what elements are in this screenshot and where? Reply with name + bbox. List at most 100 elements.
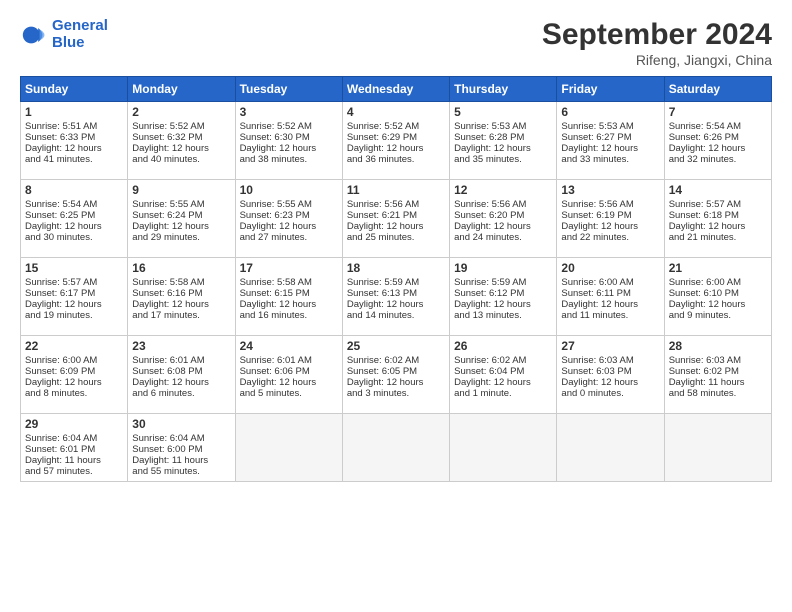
week-row-5: 29Sunrise: 6:04 AMSunset: 6:01 PMDayligh…	[21, 414, 772, 482]
day-cell	[342, 414, 449, 482]
day-info-line: Sunrise: 5:54 AM	[669, 121, 767, 132]
day-cell: 1Sunrise: 5:51 AMSunset: 6:33 PMDaylight…	[21, 102, 128, 180]
day-info-line: Sunrise: 5:56 AM	[454, 199, 552, 210]
day-info-line: Daylight: 12 hours	[561, 299, 659, 310]
day-info-line: and 13 minutes.	[454, 310, 552, 321]
weekday-header-thursday: Thursday	[450, 77, 557, 102]
day-info-line: Daylight: 11 hours	[669, 377, 767, 388]
week-row-2: 8Sunrise: 5:54 AMSunset: 6:25 PMDaylight…	[21, 180, 772, 258]
day-cell: 7Sunrise: 5:54 AMSunset: 6:26 PMDaylight…	[664, 102, 771, 180]
day-cell	[450, 414, 557, 482]
day-info-line: and 41 minutes.	[25, 154, 123, 165]
day-info-line: and 57 minutes.	[25, 466, 123, 477]
weekday-header-monday: Monday	[128, 77, 235, 102]
day-info-line: Sunset: 6:05 PM	[347, 366, 445, 377]
day-info-line: Daylight: 12 hours	[347, 221, 445, 232]
week-row-3: 15Sunrise: 5:57 AMSunset: 6:17 PMDayligh…	[21, 258, 772, 336]
day-cell: 19Sunrise: 5:59 AMSunset: 6:12 PMDayligh…	[450, 258, 557, 336]
day-info-line: Sunrise: 6:02 AM	[347, 355, 445, 366]
day-number: 15	[25, 261, 123, 275]
weekday-header-sunday: Sunday	[21, 77, 128, 102]
title-block: September 2024 Rifeng, Jiangxi, China	[542, 18, 772, 68]
day-info-line: and 55 minutes.	[132, 466, 230, 477]
day-info-line: and 11 minutes.	[561, 310, 659, 321]
day-info-line: Sunrise: 6:03 AM	[669, 355, 767, 366]
calendar-table: SundayMondayTuesdayWednesdayThursdayFrid…	[20, 76, 772, 482]
day-number: 9	[132, 183, 230, 197]
day-info-line: Sunset: 6:23 PM	[240, 210, 338, 221]
day-info-line: Sunset: 6:06 PM	[240, 366, 338, 377]
day-number: 17	[240, 261, 338, 275]
day-info-line: Daylight: 12 hours	[240, 143, 338, 154]
day-number: 10	[240, 183, 338, 197]
day-info-line: and 36 minutes.	[347, 154, 445, 165]
day-info-line: Sunset: 6:03 PM	[561, 366, 659, 377]
day-cell: 9Sunrise: 5:55 AMSunset: 6:24 PMDaylight…	[128, 180, 235, 258]
day-info-line: Sunrise: 5:52 AM	[240, 121, 338, 132]
day-info-line: Sunset: 6:10 PM	[669, 288, 767, 299]
week-row-4: 22Sunrise: 6:00 AMSunset: 6:09 PMDayligh…	[21, 336, 772, 414]
weekday-header-wednesday: Wednesday	[342, 77, 449, 102]
day-info-line: Sunset: 6:04 PM	[454, 366, 552, 377]
day-info-line: Daylight: 12 hours	[669, 221, 767, 232]
day-info-line: Sunrise: 5:59 AM	[454, 277, 552, 288]
day-number: 7	[669, 105, 767, 119]
day-info-line: Sunrise: 5:57 AM	[25, 277, 123, 288]
day-info-line: Sunrise: 6:01 AM	[132, 355, 230, 366]
day-info-line: and 30 minutes.	[25, 232, 123, 243]
day-info-line: Sunrise: 6:04 AM	[25, 433, 123, 444]
day-info-line: Sunrise: 5:56 AM	[347, 199, 445, 210]
day-number: 5	[454, 105, 552, 119]
day-cell: 12 Sunrise: 5:56 AMSunset: 6:20 PMDayligh…	[450, 180, 557, 258]
day-cell: 10Sunrise: 5:55 AMSunset: 6:23 PMDayligh…	[235, 180, 342, 258]
day-cell: 6Sunrise: 5:53 AMSunset: 6:27 PMDaylight…	[557, 102, 664, 180]
day-info-line: Sunset: 6:11 PM	[561, 288, 659, 299]
day-info-line: and 5 minutes.	[240, 388, 338, 399]
day-info-line: Sunset: 6:02 PM	[669, 366, 767, 377]
day-info-line: and 1 minute.	[454, 388, 552, 399]
day-info-line: Sunrise: 5:53 AM	[454, 121, 552, 132]
logo-text: General Blue	[52, 18, 108, 51]
header: General Blue September 2024 Rifeng, Jian…	[20, 18, 772, 68]
day-info-line: Daylight: 12 hours	[454, 143, 552, 154]
day-number: 4	[347, 105, 445, 119]
day-info-line: Daylight: 12 hours	[25, 221, 123, 232]
day-info-line: Sunrise: 6:00 AM	[561, 277, 659, 288]
day-cell: 4Sunrise: 5:52 AMSunset: 6:29 PMDaylight…	[342, 102, 449, 180]
day-info-line: Sunset: 6:15 PM	[240, 288, 338, 299]
day-info-line: and 3 minutes.	[347, 388, 445, 399]
day-info-line: Sunrise: 5:51 AM	[25, 121, 123, 132]
day-info-line: Daylight: 12 hours	[132, 143, 230, 154]
day-cell: 24Sunrise: 6:01 AMSunset: 6:06 PMDayligh…	[235, 336, 342, 414]
day-cell: 20Sunrise: 6:00 AMSunset: 6:11 PMDayligh…	[557, 258, 664, 336]
day-number: 18	[347, 261, 445, 275]
day-info-line: Sunrise: 5:55 AM	[132, 199, 230, 210]
day-info-line: and 40 minutes.	[132, 154, 230, 165]
day-number: 27	[561, 339, 659, 353]
day-info-line: and 8 minutes.	[25, 388, 123, 399]
day-info-line: and 32 minutes.	[669, 154, 767, 165]
day-number: 29	[25, 417, 123, 431]
day-number: 12	[454, 183, 552, 197]
day-cell: 14Sunrise: 5:57 AMSunset: 6:18 PMDayligh…	[664, 180, 771, 258]
day-info-line: Sunrise: 6:00 AM	[25, 355, 123, 366]
day-info-line: and 33 minutes.	[561, 154, 659, 165]
week-row-1: 1Sunrise: 5:51 AMSunset: 6:33 PMDaylight…	[21, 102, 772, 180]
day-info-line: Daylight: 12 hours	[25, 377, 123, 388]
day-info-line: Sunrise: 5:54 AM	[25, 199, 123, 210]
day-info-line: and 24 minutes.	[454, 232, 552, 243]
day-info-line: Daylight: 12 hours	[561, 221, 659, 232]
day-number: 19	[454, 261, 552, 275]
day-info-line: Sunset: 6:19 PM	[561, 210, 659, 221]
day-info-line: Daylight: 12 hours	[240, 299, 338, 310]
weekday-header-saturday: Saturday	[664, 77, 771, 102]
day-cell: 27Sunrise: 6:03 AMSunset: 6:03 PMDayligh…	[557, 336, 664, 414]
day-cell: 22Sunrise: 6:00 AMSunset: 6:09 PMDayligh…	[21, 336, 128, 414]
day-info-line: Daylight: 12 hours	[454, 221, 552, 232]
logo-blue: Blue	[52, 34, 85, 51]
day-number: 11	[347, 183, 445, 197]
day-cell: 2Sunrise: 5:52 AMSunset: 6:32 PMDaylight…	[128, 102, 235, 180]
day-cell	[664, 414, 771, 482]
day-cell: 3Sunrise: 5:52 AMSunset: 6:30 PMDaylight…	[235, 102, 342, 180]
day-info-line: Sunset: 6:20 PM	[454, 210, 552, 221]
